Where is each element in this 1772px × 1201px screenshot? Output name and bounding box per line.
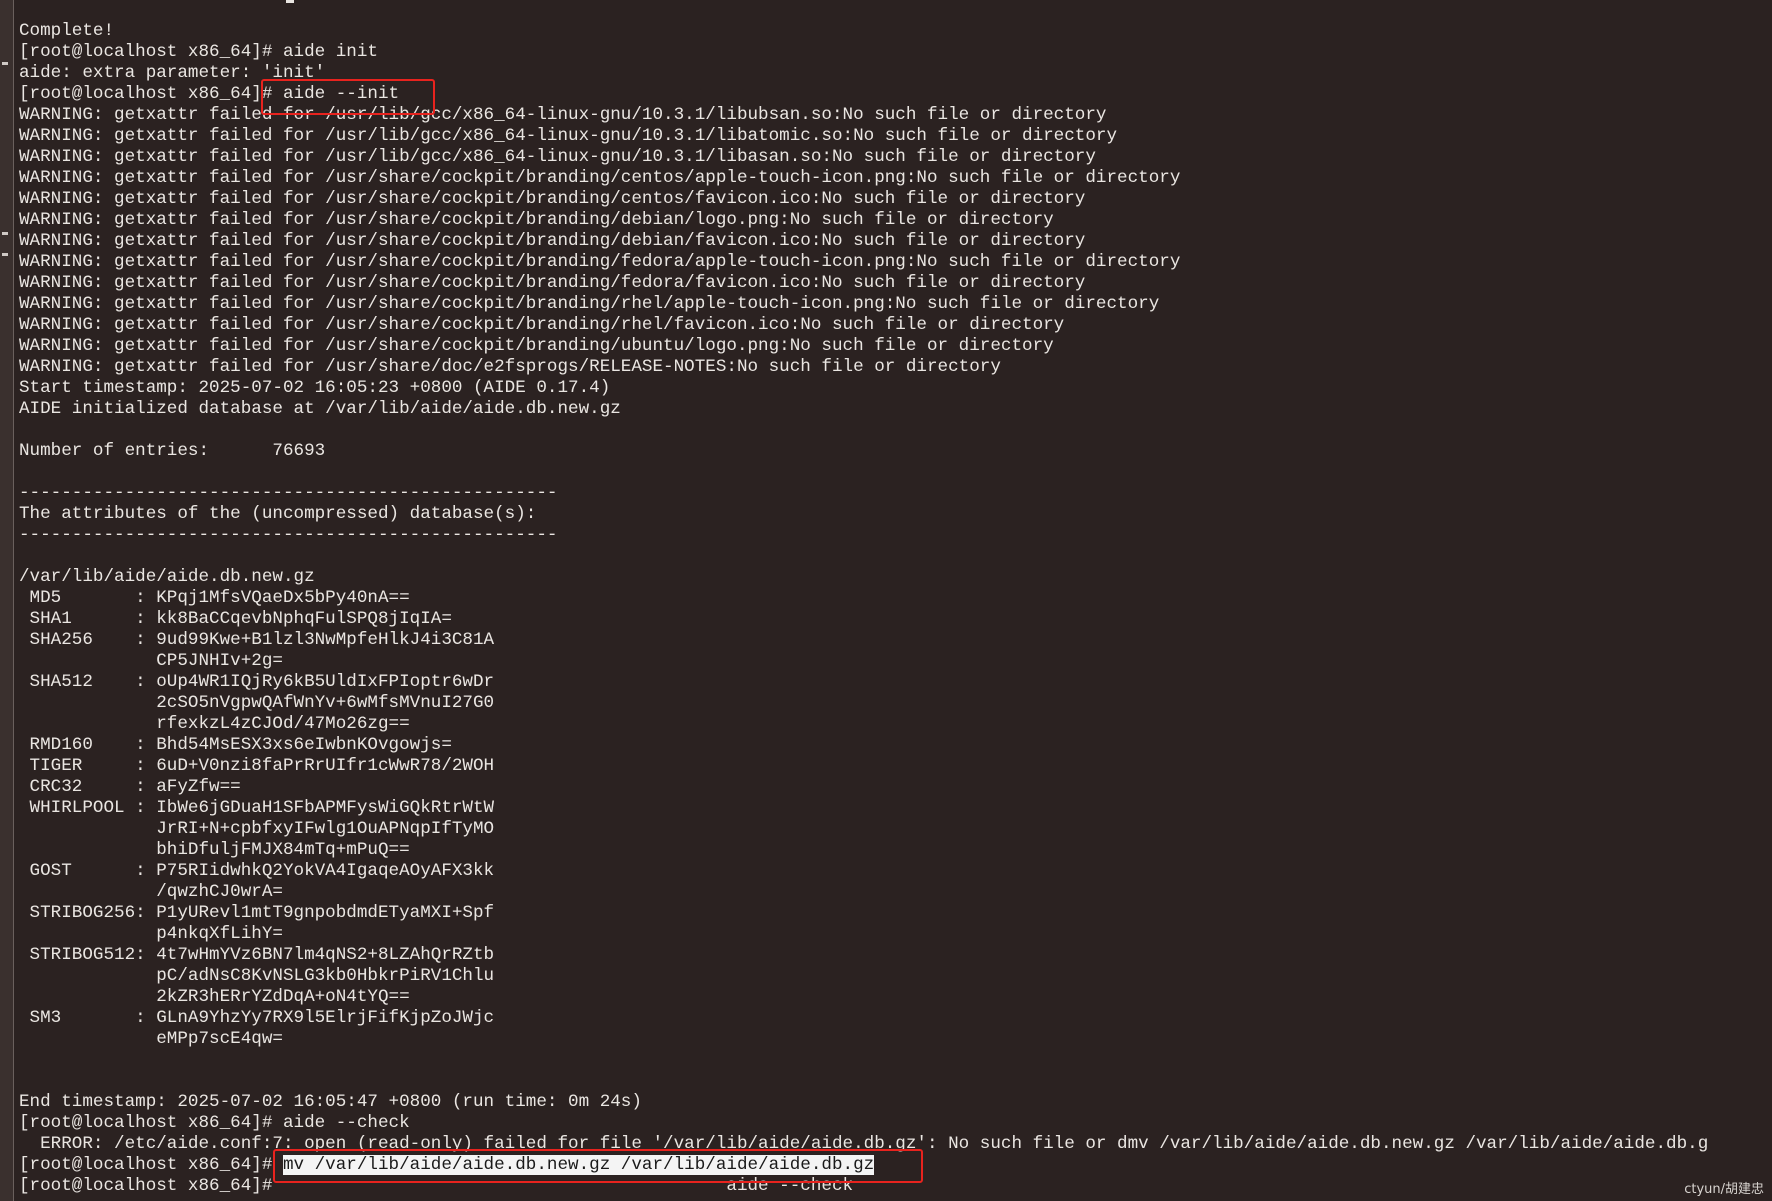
terminal-line: WARNING: getxattr failed for /usr/share/… bbox=[19, 315, 1065, 335]
gutter-mark bbox=[2, 232, 8, 235]
terminal-output[interactable]: Complete! [root@localhost x86_64]# aide i… bbox=[19, 21, 1772, 1197]
terminal-line: 2kZR3hERrYZdDqA+oN4tYQ== bbox=[19, 987, 410, 1007]
terminal-line: WARNING: getxattr failed for /usr/share/… bbox=[19, 336, 1054, 356]
command-tail: aide --check bbox=[282, 1176, 854, 1196]
terminal-line: GOST : P75RIidwhkQ2YokVA4IgaqeAOyAFX3kk bbox=[19, 861, 495, 881]
terminal-line: SHA1 : kk8BaCCqevbNphqFulSPQ8jIqIA= bbox=[19, 609, 452, 629]
watermark: ctyun/胡建忠 bbox=[1684, 1182, 1764, 1197]
terminal-line: SHA512 : oUp4WR1IQjRy6kB5UldIxFPIoptr6wD… bbox=[19, 672, 495, 692]
terminal-line: ERROR: /etc/aide.conf:7: open (read-only… bbox=[19, 1134, 1709, 1154]
terminal-line: Complete! bbox=[19, 21, 115, 41]
terminal-line: WARNING: getxattr failed for /usr/lib/gc… bbox=[19, 126, 1118, 146]
terminal-line: eMPp7scE4qw= bbox=[19, 1029, 283, 1049]
terminal-line: STRIBOG256: P1yURevl1mtT9gnpobdmdETyaMXI… bbox=[19, 903, 495, 923]
terminal-line: ----------------------------------------… bbox=[19, 483, 558, 503]
terminal-line: /var/lib/aide/aide.db.new.gz bbox=[19, 567, 315, 587]
terminal-line: AIDE initialized database at /var/lib/ai… bbox=[19, 399, 621, 419]
terminal-line: p4nkqXfLihY= bbox=[19, 924, 283, 944]
terminal-line-mv-command: [root@localhost x86_64]# mv /var/lib/aid… bbox=[19, 1155, 1772, 1176]
terminal-line: WARNING: getxattr failed for /usr/share/… bbox=[19, 357, 1001, 377]
gutter-mark bbox=[2, 62, 8, 65]
terminal-line: RMD160 : Bhd54MsESX3xs6eIwbnKOvgowjs= bbox=[19, 735, 452, 755]
shell-prompt: [root@localhost x86_64]# bbox=[19, 1155, 283, 1175]
terminal-line: TIGER : 6uD+V0nzi8faPrRrUIfr1cWwR78/2WOH bbox=[19, 756, 495, 776]
terminal-line: WARNING: getxattr failed for /usr/lib/gc… bbox=[19, 147, 1096, 167]
terminal-line: Start timestamp: 2025-07-02 16:05:23 +08… bbox=[19, 378, 611, 398]
terminal-line: MD5 : KPqj1MfsVQaeDx5bPy40nA== bbox=[19, 588, 410, 608]
terminal-line: bhiDfuljFMJX84mTq+mPuQ== bbox=[19, 840, 410, 860]
terminal-line: /qwzhCJ0wrA= bbox=[19, 882, 283, 902]
terminal-line: [root@localhost x86_64]# aide init bbox=[19, 42, 378, 62]
left-gutter bbox=[0, 0, 14, 1201]
shell-prompt: [root@localhost x86_64]# bbox=[19, 1176, 283, 1196]
terminal-line: End timestamp: 2025-07-02 16:05:47 +0800… bbox=[19, 1092, 642, 1112]
gutter-mark bbox=[2, 253, 8, 256]
terminal-line-current-prompt[interactable]: [root@localhost x86_64]# aide --check bbox=[19, 1176, 1772, 1197]
terminal-line: WARNING: getxattr failed for /usr/share/… bbox=[19, 252, 1181, 272]
terminal-line: [root@localhost x86_64]# aide --check bbox=[19, 1113, 410, 1133]
terminal-line: WARNING: getxattr failed for /usr/share/… bbox=[19, 189, 1086, 209]
terminal-line: SHA256 : 9ud99Kwe+B1lzl3NwMpfeHlkJ4i3C81… bbox=[19, 630, 495, 650]
terminal-line: JrRI+N+cpbfxyIFwlg1OuAPNqpIfTyMO bbox=[19, 819, 495, 839]
terminal-line: WHIRLPOOL : IbWe6jGDuaH1SFbAPMFysWiGQkRt… bbox=[19, 798, 495, 818]
terminal-line: WARNING: getxattr failed for /usr/lib/gc… bbox=[19, 105, 1107, 125]
terminal-line: 2cSO5nVgpwQAfWnYv+6wMfsMVnuI27G0 bbox=[19, 693, 495, 713]
terminal-line: aide: extra parameter: 'init' bbox=[19, 63, 326, 83]
terminal-line: WARNING: getxattr failed for /usr/share/… bbox=[19, 231, 1086, 251]
terminal-line: WARNING: getxattr failed for /usr/share/… bbox=[19, 168, 1181, 188]
terminal-line: WARNING: getxattr failed for /usr/share/… bbox=[19, 273, 1086, 293]
terminal-line: rfexkzL4zCJOd/47Mo26zg== bbox=[19, 714, 410, 734]
terminal-line: SM3 : GLnA9YhzYy7RX9l5ElrjFifKjpZoJWjc bbox=[19, 1008, 495, 1028]
terminal-line: STRIBOG512: 4t7wHmYVz6BN7lm4qNS2+8LZAhQr… bbox=[19, 945, 495, 965]
terminal-line: ----------------------------------------… bbox=[19, 525, 558, 545]
terminal-line: [root@localhost x86_64]# aide --init bbox=[19, 84, 400, 104]
terminal-line: Number of entries: 76693 bbox=[19, 441, 326, 461]
terminal-window[interactable]: Complete! [root@localhost x86_64]# aide i… bbox=[0, 0, 1772, 1201]
previous-cursor-mark bbox=[286, 0, 294, 3]
terminal-line: The attributes of the (uncompressed) dat… bbox=[19, 504, 537, 524]
terminal-line: WARNING: getxattr failed for /usr/share/… bbox=[19, 210, 1054, 230]
terminal-line: CRC32 : aFyZfw== bbox=[19, 777, 241, 797]
terminal-line: CP5JNHIv+2g= bbox=[19, 651, 283, 671]
selected-mv-command[interactable]: mv /var/lib/aide/aide.db.new.gz /var/lib… bbox=[282, 1155, 875, 1175]
terminal-line: WARNING: getxattr failed for /usr/share/… bbox=[19, 294, 1160, 314]
terminal-line: pC/adNsC8KvNSLG3kb0HbkrPiRV1Chlu bbox=[19, 966, 495, 986]
